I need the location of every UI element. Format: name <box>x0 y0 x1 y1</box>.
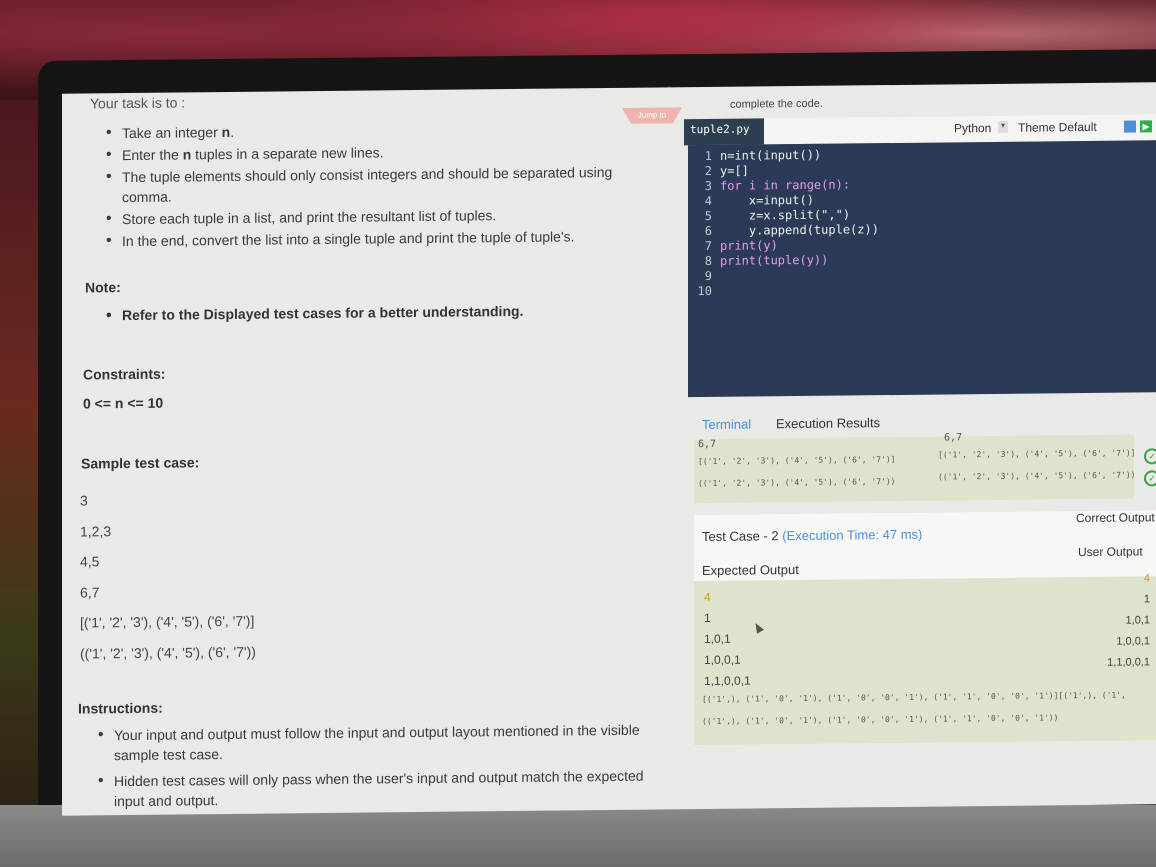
sample-line: 1,2,3 <box>80 522 112 540</box>
file-tab[interactable]: tuple2.py <box>684 118 764 146</box>
expected-line: 1,0,1 <box>704 631 731 647</box>
user-line: 6,7 <box>944 432 963 444</box>
jump-to-button[interactable]: Jump to <box>622 107 682 124</box>
expected-line: 4 <box>704 589 711 605</box>
code-line[interactable]: n=int(input()) <box>720 148 821 163</box>
user-line: 1,0,0,1 <box>1116 635 1150 648</box>
code-line[interactable]: x=input() <box>720 193 814 208</box>
constraints-heading: Constraints: <box>83 365 166 383</box>
user-line: 1,0,1 <box>1125 614 1150 627</box>
tuple-output-lines: [('1',), ('1', '0', '1'), ('1', '0', '0'… <box>702 685 1126 733</box>
test-case-label: Test Case - 2 <box>702 528 779 545</box>
tab-execution-results[interactable]: Execution Results <box>776 415 880 431</box>
check-icon: ✓ <box>1144 448 1156 465</box>
instruction-item: Hidden test cases will only pass when th… <box>96 766 646 812</box>
language-select[interactable]: Python <box>954 121 991 135</box>
note-list: Refer to the Displayed test cases for a … <box>104 302 644 324</box>
theme-select[interactable]: Theme Default <box>1018 120 1097 135</box>
user-line: [('1', '2', '3'), ('4', '5'), ('6', '7')… <box>938 448 1136 460</box>
code-line[interactable]: print(tuple(y)) <box>720 253 828 268</box>
code-line[interactable]: y.append(tuple(z)) <box>720 222 879 238</box>
code-line[interactable]: print(y) <box>720 238 778 253</box>
chevron-down-icon[interactable]: ▾ <box>998 120 1008 133</box>
line-number: 1 <box>704 148 712 163</box>
code-line[interactable]: y=[] <box>720 164 749 178</box>
user-line: 4 <box>1143 572 1150 585</box>
user-output-lines: 4 1 1,0,1 1,0,0,1 1,1,0,0,1 <box>1074 568 1150 674</box>
sample-heading: Sample test case: <box>81 454 200 472</box>
expected-line: 1 <box>704 610 711 626</box>
expected-line: (('1', '2', '3'), ('4', '5'), ('6', '7')… <box>698 476 896 489</box>
instruction-item: Your input and output must follow the in… <box>96 720 646 766</box>
expected-line: 1,0,0,1 <box>704 652 741 668</box>
code-line[interactable]: z=x.split(",") <box>720 207 850 222</box>
sample-line: 3 <box>80 492 88 509</box>
screen: Your task is to : Take an integer n. Ent… <box>62 82 1156 816</box>
user-line: (('1', '2', '3'), ('4', '5'), ('6', '7')… <box>938 470 1136 482</box>
expected-output-heading: Expected Output <box>702 562 799 579</box>
check-icon: ✓ <box>1144 470 1156 487</box>
line-number: 7 <box>704 238 712 253</box>
line-number: 4 <box>704 193 712 208</box>
sample-line: [('1', '2', '3'), ('4', '5'), ('6', '7')… <box>80 612 255 631</box>
editor-header-text: complete the code. <box>730 97 823 111</box>
code-editor[interactable]: 1 2 3 4 5 6 7 8 9 10 n=int(input()) y=[]… <box>688 140 1156 398</box>
results-tabs: Terminal Execution Results <box>688 404 1156 439</box>
line-number: 3 <box>704 178 712 193</box>
user-line: 1,1,0,0,1 <box>1107 656 1150 669</box>
line-number: 8 <box>704 253 712 268</box>
instructions-list: Your input and output must follow the in… <box>96 720 646 816</box>
task-bullet: The tuple elements should only consist i… <box>104 162 622 207</box>
line-number: 5 <box>704 208 712 223</box>
user-line: 1 <box>1143 593 1150 606</box>
tab-terminal[interactable]: Terminal <box>702 417 751 433</box>
line-number: 10 <box>697 283 712 299</box>
sample-line: 6,7 <box>80 583 100 601</box>
line-number: 6 <box>704 223 712 238</box>
note-item: Refer to the Displayed test cases for a … <box>104 302 644 324</box>
task-panel: Your task is to : Take an integer n. Ent… <box>62 87 672 815</box>
code-line[interactable]: for i in range(n): <box>720 177 850 192</box>
line-number: 2 <box>704 163 712 178</box>
task-bullet: Enter the n tuples in a separate new lin… <box>104 140 644 166</box>
expected-line: 6,7 <box>698 438 717 451</box>
task-bullets: Take an integer n. Enter the n tuples in… <box>104 118 644 254</box>
constraints-value: 0 <= n <= 10 <box>83 394 164 412</box>
line-number: 9 <box>704 268 712 283</box>
note-heading: Note: <box>85 279 121 296</box>
task-intro: Your task is to : <box>90 94 186 112</box>
sample-line: (('1', '2', '3'), ('4', '5'), ('6', '7')… <box>80 643 256 662</box>
task-bullet: In the end, convert the list into a sing… <box>104 226 644 252</box>
instructions-heading: Instructions: <box>78 699 163 717</box>
task-bullet: Take an integer n. <box>104 118 644 144</box>
output-box: 4 1 1,0,1 1,0,0,1 1,1,0,0,1 4 1 1,0,1 1,… <box>694 572 1156 746</box>
test-case-1-output: 6,7 [('1', '2', '3'), ('4', '5'), ('6', … <box>694 432 1136 504</box>
run-icon[interactable]: ▶ <box>1140 120 1152 133</box>
expected-tuple-line: (('1',), ('1', '0', '1'), ('1', '0', '0'… <box>702 713 1059 727</box>
test-case-title: Test Case - 2 (Execution Time: 47 ms) <box>702 527 922 544</box>
execution-time: (Execution Time: 47 ms) <box>782 526 923 544</box>
sample-test-case: 3 1,2,3 4,5 6,7 [('1', '2', '3'), ('4', … <box>80 484 256 669</box>
task-bullet: Store each tuple in a list, and print th… <box>104 204 644 230</box>
expected-line: [('1', '2', '3'), ('4', '5'), ('6', '7')… <box>698 454 896 467</box>
correct-output-heading: Correct Output <box>1076 510 1155 526</box>
settings-icon[interactable] <box>1124 120 1136 133</box>
user-output-heading: User Output <box>1078 544 1143 560</box>
expected-output-lines: 4 1 1,0,1 1,0,0,1 1,1,0,0,1 <box>704 587 751 692</box>
sample-line: 4,5 <box>80 553 100 570</box>
expected-list-line: [('1',), ('1', '0', '1'), ('1', '0', '0'… <box>702 690 1126 705</box>
